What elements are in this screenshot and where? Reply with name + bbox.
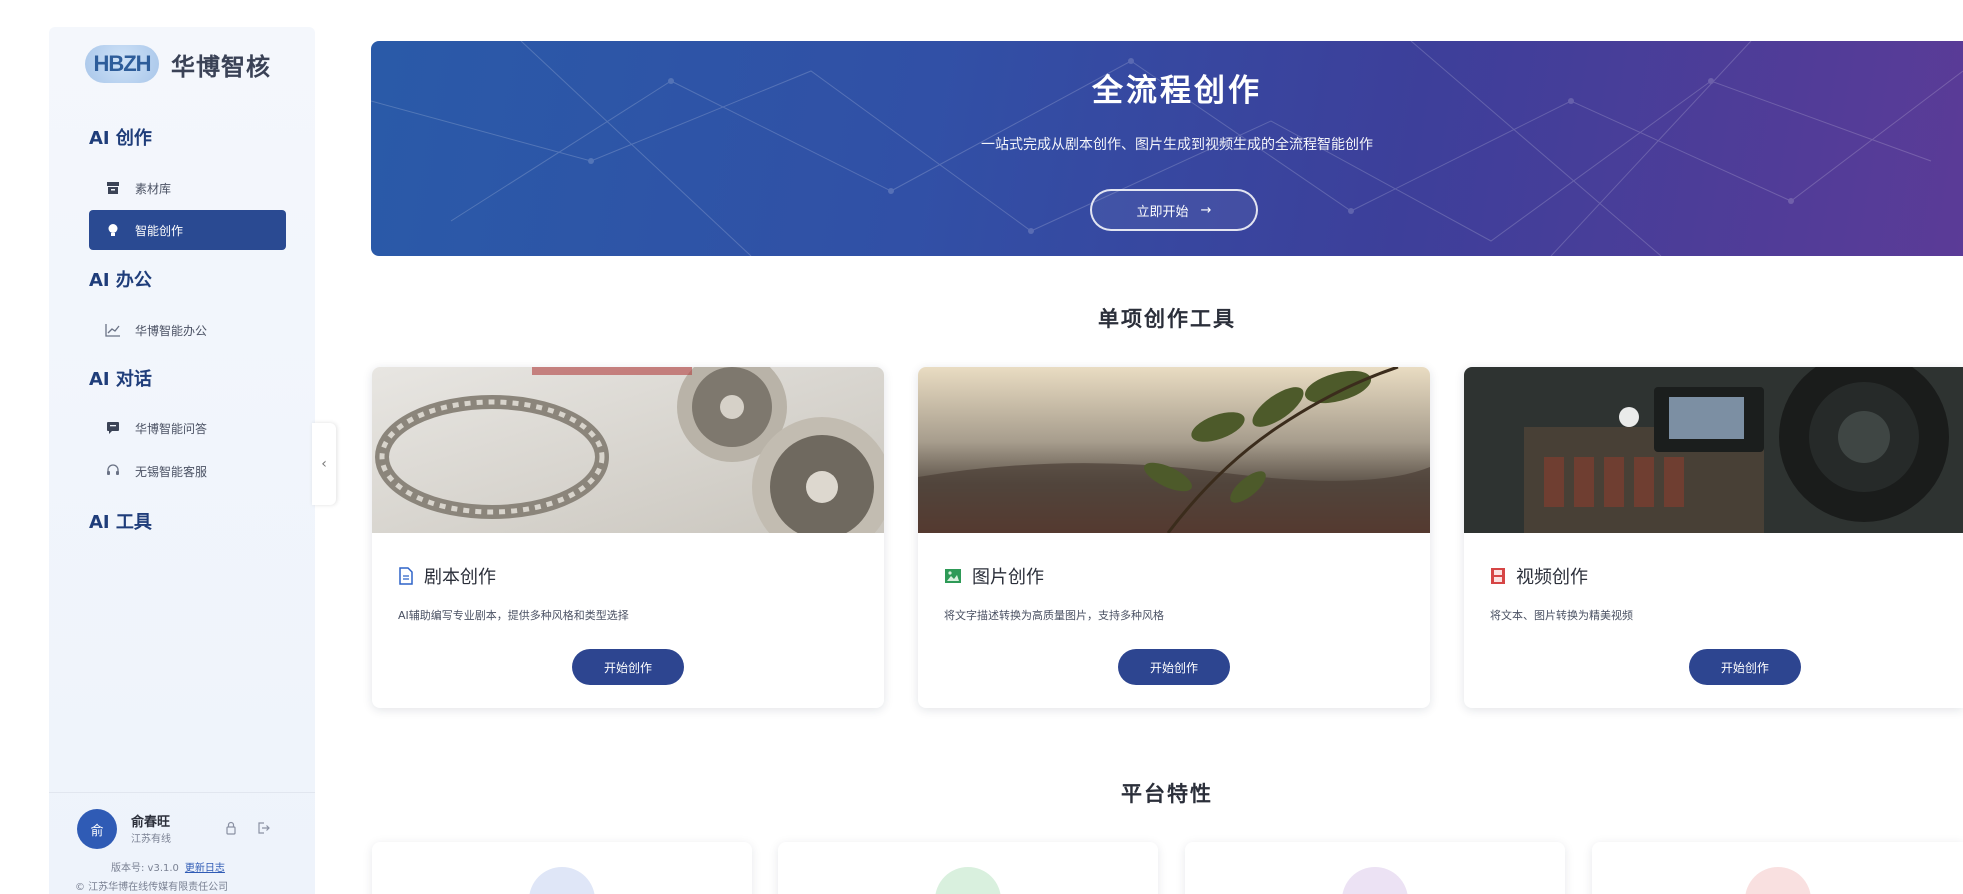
hero-subtitle: 一站式完成从剧本创作、图片生成到视频生成的全流程智能创作 xyxy=(981,137,1373,153)
hero-title: 全流程创作 xyxy=(1092,73,1262,109)
tool-card-title: 剧本创作 xyxy=(398,563,496,589)
start-now-label: 立即开始 xyxy=(1136,204,1189,220)
brand-name: 华博智核 xyxy=(171,52,271,81)
tool-title-text: 视频创作 xyxy=(1516,567,1588,588)
document-icon xyxy=(399,567,413,585)
changelog-link[interactable]: 更新日志 xyxy=(185,859,225,874)
tool-card-image: 图片创作 将文字描述转换为高质量图片，支持多种风格 开始创作 xyxy=(918,367,1430,708)
lightbulb-icon xyxy=(105,222,121,238)
start-now-button[interactable]: 立即开始 → xyxy=(1090,189,1258,231)
avatar[interactable]: 俞 xyxy=(77,809,117,849)
camera-image xyxy=(1464,367,1963,533)
group-ai-chat: AI 对话 xyxy=(89,369,152,390)
features-section-title: 平台特性 xyxy=(1121,782,1213,806)
tool-description: 将文本、图片转换为精美视频 xyxy=(1490,609,1633,622)
tool-title-text: 剧本创作 xyxy=(424,567,496,588)
tool-card-title: 视频创作 xyxy=(1490,563,1588,589)
chat-icon xyxy=(105,420,121,436)
sidebar-collapse-button[interactable]: ‹ xyxy=(312,423,336,505)
tool-title-text: 图片创作 xyxy=(972,567,1044,588)
tool-description: AI辅助编写专业剧本，提供多种风格和类型选择 xyxy=(398,609,629,622)
feature-icon-circle xyxy=(1342,867,1408,894)
brand-logo[interactable]: HBZH 华博智核 xyxy=(85,45,271,83)
film-icon xyxy=(1491,568,1505,584)
feature-card xyxy=(778,842,1158,894)
user-name: 俞春旺 xyxy=(131,815,171,830)
chevron-left-icon: ‹ xyxy=(321,456,327,472)
lock-icon[interactable] xyxy=(224,820,238,835)
tools-section-title: 单项创作工具 xyxy=(1098,307,1236,331)
sidebar-item-library[interactable]: 素材库 xyxy=(89,168,286,208)
feature-icon-circle xyxy=(935,867,1001,894)
sidebar-item-label: 华博智能办公 xyxy=(135,323,208,338)
sidebar-item-service[interactable]: 无锡智能客服 xyxy=(89,451,286,491)
sidebar-item-smart-create[interactable]: 智能创作 xyxy=(89,210,286,250)
feature-card xyxy=(372,842,752,894)
tool-card-title: 图片创作 xyxy=(944,563,1044,589)
sidebar-item-label: 素材库 xyxy=(135,181,172,196)
archive-icon xyxy=(105,180,121,196)
start-create-button[interactable]: 开始创作 xyxy=(1118,649,1230,685)
user-org: 江苏有线 xyxy=(131,834,171,845)
sidebar-item-office[interactable]: 华博智能办公 xyxy=(89,310,286,350)
headset-icon xyxy=(105,463,121,479)
landscape-image xyxy=(918,367,1430,533)
sidebar-item-label: 无锡智能客服 xyxy=(135,464,208,479)
version-line: 版本号: v3.1.0 更新日志 xyxy=(111,859,225,874)
arrow-right-icon: → xyxy=(1200,202,1212,218)
feature-card xyxy=(1592,842,1963,894)
feature-card xyxy=(1185,842,1565,894)
tool-card-video: 视频创作 将文本、图片转换为精美视频 开始创作 xyxy=(1464,367,1963,708)
chart-line-icon xyxy=(105,322,121,338)
tool-description: 将文字描述转换为高质量图片，支持多种风格 xyxy=(944,609,1164,622)
group-ai-office: AI 办公 xyxy=(89,270,152,291)
start-create-button[interactable]: 开始创作 xyxy=(572,649,684,685)
sidebar: HBZH 华博智核 AI 创作 素材库 智能创作 AI 办公 华博智能办公 AI… xyxy=(49,27,315,894)
film-reel-image xyxy=(372,367,884,533)
sidebar-item-label: 智能创作 xyxy=(135,223,184,238)
logout-icon[interactable] xyxy=(256,820,270,834)
logo-mark: HBZH xyxy=(85,45,159,83)
tool-card-script: 剧本创作 AI辅助编写专业剧本，提供多种风格和类型选择 开始创作 xyxy=(372,367,884,708)
sidebar-item-label: 华博智能问答 xyxy=(135,421,208,436)
hero-banner: 全流程创作 一站式完成从剧本创作、图片生成到视频生成的全流程智能创作 立即开始 … xyxy=(371,41,1963,256)
sidebar-item-qa[interactable]: 华博智能问答 xyxy=(89,408,286,448)
user-panel: 俞 俞春旺 江苏有线 版本号: v3.1.0 更新日志 © 江苏华博在线传媒有限… xyxy=(49,792,315,894)
image-icon xyxy=(945,569,961,583)
group-ai-create: AI 创作 xyxy=(89,128,152,149)
feature-icon-circle xyxy=(529,867,595,894)
feature-icon-circle xyxy=(1744,867,1811,894)
version-label: 版本号: v3.1.0 xyxy=(111,863,179,874)
start-create-button[interactable]: 开始创作 xyxy=(1688,649,1801,685)
group-ai-tools: AI 工具 xyxy=(89,512,152,533)
copyright: © 江苏华博在线传媒有限责任公司 xyxy=(75,882,229,893)
